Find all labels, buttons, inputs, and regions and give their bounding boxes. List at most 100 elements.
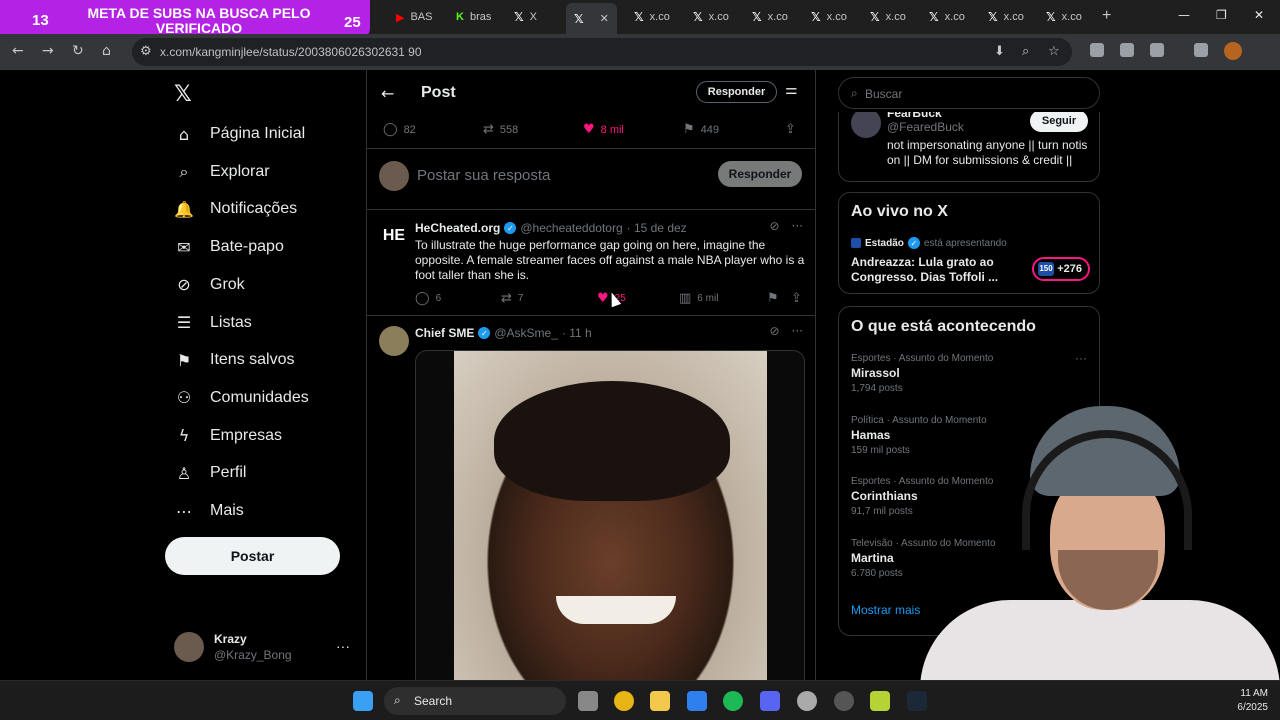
tab-x-3[interactable]: 𝕏x.co [693,6,729,28]
post-button[interactable]: Postar [165,537,340,575]
more-icon[interactable]: ··· [792,324,803,338]
tab-youtube[interactable]: ▶ BAS [396,6,432,28]
steam-icon[interactable] [907,691,927,711]
tab-x-7[interactable]: 𝕏x.co [929,6,965,28]
sidebar-item-mais[interactable]: ⋯ Mais [174,501,244,521]
discord-icon[interactable] [760,691,780,711]
spotify-icon[interactable] [723,691,743,711]
reply-action[interactable]: ◯ 6 [415,291,441,306]
listeners-badge[interactable]: 150 +276 [1032,257,1090,281]
profile-avatar[interactable] [1224,42,1242,60]
reply-header-button[interactable]: Responder [696,81,777,103]
reload-icon[interactable]: ↻ [72,43,84,59]
tab-green[interactable]: Kbras [456,6,491,28]
tab-x-1[interactable]: 𝕏X [514,6,537,28]
sidebar-item-bate-papo[interactable]: ✉ Bate-papo [174,237,284,257]
reply-tweet[interactable]: HE HeCheated.org ✓ @hecheateddotorg · 15… [367,211,815,316]
site-info-icon[interactable]: ⚙ [140,44,152,59]
store-icon[interactable] [687,691,707,711]
window-close-icon[interactable]: ✕ [1254,8,1264,22]
trend-item[interactable]: Esportes · Assunto do Momento Mirassol 1,7… [851,353,1091,394]
avatar[interactable]: HE [379,221,409,251]
repost-action[interactable]: ⇄ 7 [501,291,523,306]
tab-x-6[interactable]: 𝕏x.co [870,6,906,28]
back-arrow-icon[interactable]: ← [381,84,394,103]
app-icon[interactable] [870,691,890,711]
file-explorer-icon[interactable] [650,691,670,711]
bookmark-action[interactable]: ⚑ 449 [683,122,719,137]
tweet-author[interactable]: HeCheated.org [415,221,500,235]
live-headline[interactable]: Andreazza: Lula grato ao Congresso. Dias… [851,255,1021,285]
zoom-icon[interactable]: ⌕ [1022,44,1029,59]
search-input[interactable]: Buscar [865,87,902,101]
reply-submit-button[interactable]: Responder [718,161,802,187]
sidebar-item-comunidades[interactable]: ⚇ Comunidades [174,388,309,408]
system-clock[interactable]: 11 AM 6/2025 [1232,687,1268,715]
share-action[interactable]: ⇪ [785,122,796,137]
extension-icon[interactable] [1090,43,1104,57]
follow-button[interactable]: Seguir [1030,112,1088,132]
x-logo-icon[interactable]: 𝕏 [174,82,192,107]
settings-icon[interactable] [797,691,817,711]
sidebar-item-notifica-es[interactable]: 🔔 Notificações [174,199,297,219]
avatar[interactable] [851,112,881,138]
puzzle-icon[interactable] [1150,43,1164,57]
tweet-time[interactable]: · 15 de dez [627,221,687,235]
bookmark-action[interactable]: ⚑ [767,291,779,306]
windows-start-icon[interactable] [353,691,373,711]
sidebar-item-itens-salvos[interactable]: ⚑ Itens salvos [174,350,295,370]
sidebar-item-listas[interactable]: ☰ Listas [174,313,252,333]
close-icon[interactable]: ✕ [600,12,609,25]
install-icon[interactable]: ⬇ [994,44,1005,59]
star-icon[interactable]: ☆ [1048,44,1060,59]
reply-input[interactable]: Postar sua resposta [417,167,550,184]
sidebar-item-explorar[interactable]: ⌕ Explorar [174,162,270,182]
search-box[interactable]: ⌕ Buscar [838,77,1100,109]
views-action[interactable]: ▥ 6 mil [679,291,718,306]
grok-icon[interactable]: ⊘ [769,324,779,338]
grok-icon[interactable]: ⊘ [769,219,779,233]
avatar[interactable] [379,326,409,356]
repost-action[interactable]: ⇄ 558 [483,122,518,137]
back-icon[interactable]: ← [12,43,24,59]
live-card: Ao vivo no X Estadão ✓ está apresentando… [838,192,1100,294]
address-bar[interactable]: ⚙ x.com/kangminjlee/status/2003806026302… [132,38,1072,66]
tab-x-4[interactable]: 𝕏x.co [752,6,788,28]
reply-action[interactable]: ◯ 82 [383,122,416,137]
tweet-time[interactable]: · 11 h [562,326,592,340]
minimize-icon[interactable]: — [1178,8,1190,22]
extension-icon[interactable] [1120,43,1134,57]
live-source[interactable]: Estadão ✓ está apresentando [851,237,1007,249]
sidebar-item-perfil[interactable]: ♙ Perfil [174,463,247,483]
more-icon[interactable]: ··· [792,219,803,233]
sidebar-item-grok[interactable]: ⊘ Grok [174,275,244,295]
more-icon[interactable]: ··· [336,638,350,654]
restore-icon[interactable]: ❐ [1216,8,1227,22]
home-icon[interactable]: ⌂ [102,43,111,59]
sidebar-item-empresas[interactable]: ϟ Empresas [174,426,282,446]
filter-icon[interactable]: ⚌ [785,82,798,98]
tab-x-8[interactable]: 𝕏x.co [988,6,1024,28]
tweet-media[interactable] [415,350,805,680]
share-action[interactable]: ⇪ [791,291,802,306]
app-icon[interactable] [834,691,854,711]
tab-x-2[interactable]: 𝕏x.co [634,6,670,28]
tweet-header: Chief SME ✓ @AskSme_ · 11 h [415,326,592,340]
sidebar-item-p-gina-inicial[interactable]: ⌂ Página Inicial [174,124,305,144]
forward-icon[interactable]: → [42,43,54,59]
tweet-author[interactable]: Chief SME [415,326,474,340]
tab-x-5[interactable]: 𝕏x.co [811,6,847,28]
taskbar-search[interactable]: ⌕ Search [384,687,566,715]
list-icon: ☰ [176,313,192,332]
account-switcher[interactable]: Krazy @Krazy_Bong ··· [174,632,354,666]
chrome-icon[interactable] [614,691,634,711]
task-view-icon[interactable] [578,691,598,711]
bell-icon: 🔔 [174,199,194,219]
main-column: ← Post Responder ⚌ ◯ 82 ⇄ 558 ♥ 8 mil ⚑ 449 … [366,70,816,680]
new-tab-button[interactable]: + [1102,7,1111,25]
follow-name[interactable]: FearBuck [887,112,942,120]
media-icon[interactable] [1194,43,1208,57]
tab-active[interactable]: 𝕏 ✕ [566,3,617,34]
like-action[interactable]: ♥ 8 mil [583,122,624,137]
tab-x-9[interactable]: 𝕏x.co [1046,6,1082,28]
